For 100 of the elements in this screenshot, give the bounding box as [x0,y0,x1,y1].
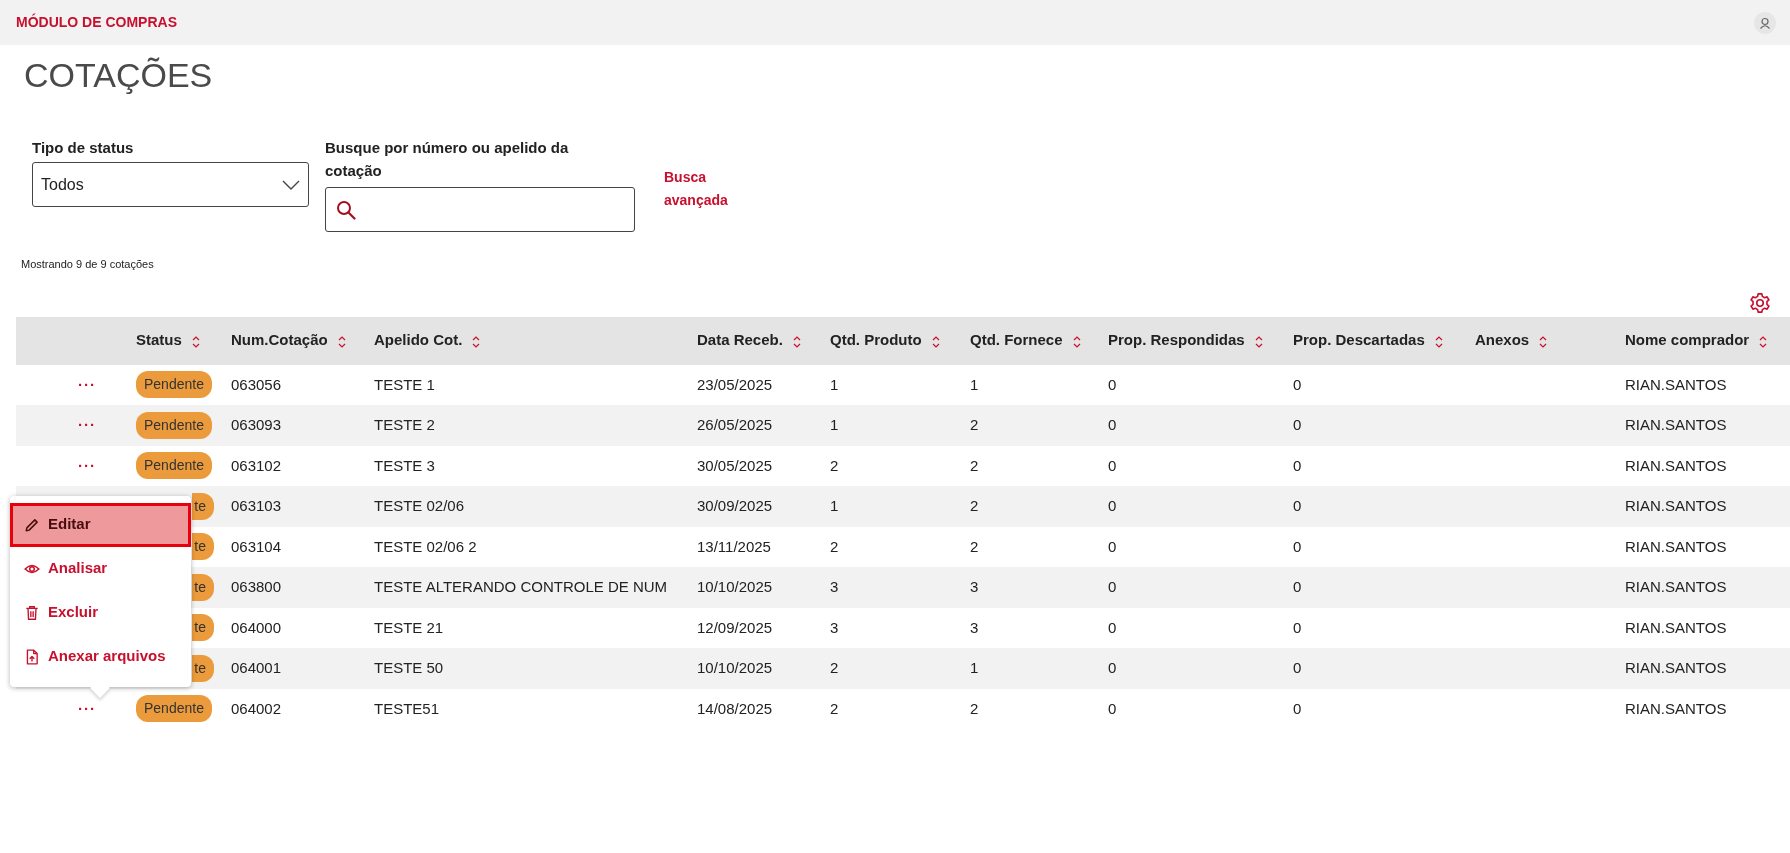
table-cell: 064000 [231,618,282,636]
table-cell: 2 [830,659,839,677]
table-cell: 0 [1293,456,1302,474]
table-cell: 2 [970,416,979,434]
search-icon [336,199,356,220]
table-cell: 0 [1108,375,1117,393]
table-cell: 064001 [231,659,282,677]
table-cell: 0 [1108,618,1117,636]
table-cell: 2 [830,456,839,474]
table-cell: 0 [1293,578,1302,596]
status-badge: Pendente [136,452,212,480]
table-cell: 0 [1293,416,1302,434]
table-cell: RIAN.SANTOS [1625,456,1727,474]
column-header[interactable]: Anexos [1475,331,1530,349]
table-cell: 30/05/2025 [697,456,773,474]
status-badge: te [192,573,214,601]
table-cell: 0 [1293,375,1302,393]
table-cell: 30/09/2025 [697,497,773,515]
table-cell: 064002 [231,699,282,717]
table-cell: 2 [830,699,839,717]
table-cell: 1 [830,497,839,515]
table-cell: TESTE51 [374,699,440,717]
table-cell: 2 [830,537,839,555]
table-cell: RIAN.SANTOS [1625,699,1727,717]
table-cell: 1 [970,375,979,393]
search-field[interactable] [325,187,635,233]
menu-item[interactable]: Editar [10,502,191,547]
table-cell: 10/10/2025 [697,578,773,596]
table-cell: 26/05/2025 [697,416,773,434]
table-cell: 0 [1108,497,1117,515]
table-cell: 3 [830,618,839,636]
table-cell: 0 [1108,416,1117,434]
table-cell: TESTE ALTERANDO CONTROLE DE NUM [374,578,668,596]
table-cell: RIAN.SANTOS [1625,618,1727,636]
table-cell: RIAN.SANTOS [1625,659,1727,677]
table-cell: 0 [1108,699,1117,717]
table-cell: RIAN.SANTOS [1625,416,1727,434]
table-cell: 10/10/2025 [697,659,773,677]
table-cell: TESTE 2 [374,416,435,434]
status-badge: te [192,492,214,520]
table-cell: 0 [1108,537,1117,555]
table-cell: 23/05/2025 [697,375,773,393]
file-upload-icon [24,648,40,665]
table-cell: 0 [1293,537,1302,555]
table-cell: 0 [1293,699,1302,717]
status-badge: te [192,654,214,682]
table-cell: 0 [1293,618,1302,636]
table-cell: 0 [1108,456,1117,474]
table-cell: TESTE 3 [374,456,435,474]
app-title: MÓDULO DE COMPRAS [16,12,177,32]
table-cell: 2 [970,497,979,515]
table-cell: 063102 [231,456,282,474]
more-actions-button[interactable]: ··· [78,456,96,474]
table-cell: 1 [970,659,979,677]
table-cell: 12/09/2025 [697,618,773,636]
table-cell: 0 [1293,497,1302,515]
table-cell: 14/08/2025 [697,699,773,717]
table-cell: 0 [1293,659,1302,677]
more-actions-button[interactable]: ··· [78,375,96,393]
field-label: Tipo de status [32,138,135,159]
table-cell: 3 [830,578,839,596]
table-cell: 1 [830,416,839,434]
table-cell: 2 [970,699,979,717]
status-badge: te [192,533,214,561]
field-label: Busque por número ou apelido da cotação [325,138,570,182]
table-cell: RIAN.SANTOS [1625,578,1727,596]
status-badge: Pendente [136,695,212,723]
table-cell: TESTE 21 [374,618,444,636]
more-actions-button[interactable]: ··· [78,699,96,717]
table-cell: 0 [1108,578,1117,596]
status-badge: te [192,614,214,642]
table-cell: 063056 [231,375,282,393]
user-avatar-icon[interactable] [1754,11,1776,34]
table-cell: 3 [970,618,979,636]
table-cell: 3 [970,578,979,596]
settings-icon[interactable] [1749,291,1771,314]
table-cell: 063093 [231,416,282,434]
table-cell: TESTE 50 [374,659,444,677]
table-cell: 13/11/2025 [697,537,771,555]
menu-item[interactable]: Analisar [10,546,191,591]
table-cell: 1 [830,375,839,393]
advanced-search-link[interactable]: Busca avançada [664,166,744,213]
pencil-icon [24,516,40,533]
more-actions-button[interactable]: ··· [78,416,96,434]
table-cell: TESTE 02/06 2 [374,537,477,555]
table-cell: TESTE 1 [374,375,435,393]
column-header[interactable]: Apelido Cot. [374,331,463,349]
table-cell: 2 [970,537,979,555]
table-cell: 2 [970,456,979,474]
table-cell: TESTE 02/06 [374,497,465,515]
table-cell: 063103 [231,497,282,515]
column-header[interactable]: Status [136,331,182,349]
status-badge: Pendente [136,371,212,399]
table-cell: RIAN.SANTOS [1625,497,1727,515]
table-cell: 063800 [231,578,282,596]
results-count: Mostrando 9 de 9 cotações [21,257,155,273]
status-select[interactable]: Todos [32,162,309,208]
menu-item[interactable]: Excluir [10,590,191,635]
menu-item[interactable]: Anexar arquivos [10,634,191,679]
status-badge: Pendente [136,411,212,439]
